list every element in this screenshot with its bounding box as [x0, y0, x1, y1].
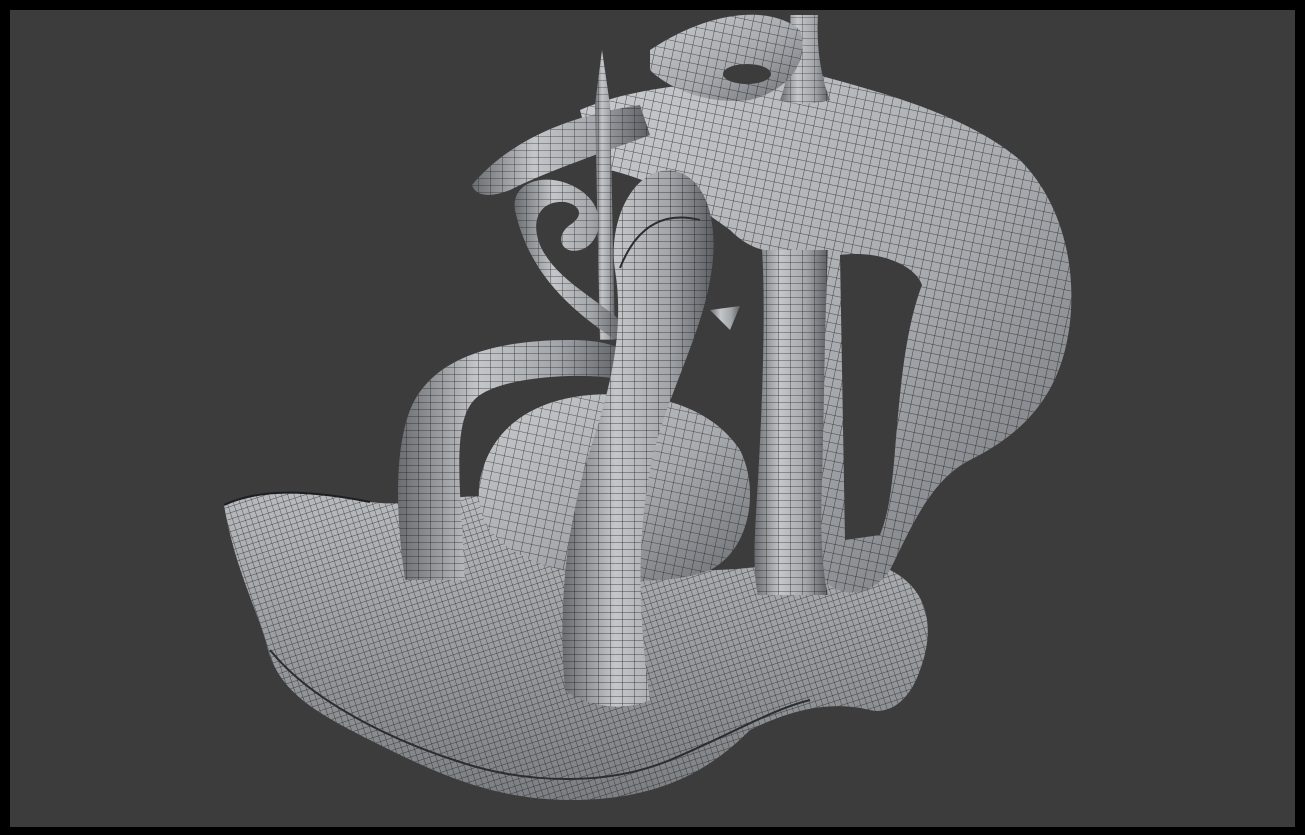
mesh-pillar-right	[754, 250, 828, 595]
3d-viewport[interactable]	[10, 10, 1295, 827]
app-window-frame	[0, 0, 1305, 835]
viewport-canvas[interactable]	[10, 10, 1295, 827]
